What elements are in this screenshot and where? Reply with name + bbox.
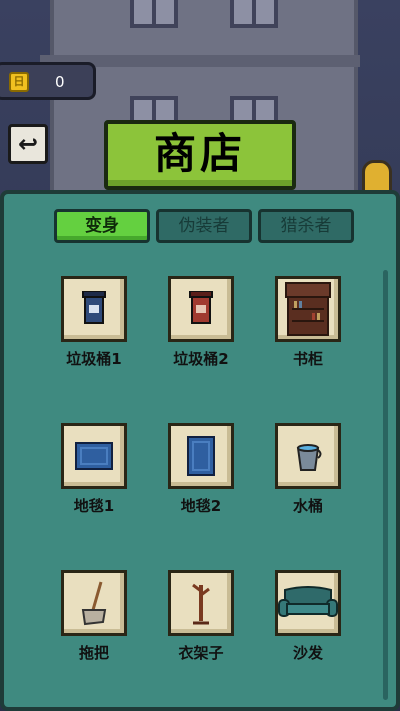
shop-item-sofa[interactable]: 沙发 <box>273 570 343 663</box>
building-window <box>230 0 278 28</box>
item-tile <box>275 276 341 342</box>
shop-item-water-bucket[interactable]: 水桶 <box>273 423 343 516</box>
item-label: 地毯1 <box>73 497 115 515</box>
back-button[interactable]: ↩ <box>8 124 48 164</box>
tab-transform[interactable]: 变身 <box>54 209 150 243</box>
item-label: 地毯2 <box>180 497 222 515</box>
mop-icon <box>81 581 107 626</box>
shop-item-trash-bin-1[interactable]: 垃圾桶1 <box>59 276 129 369</box>
sofa-icon <box>278 586 338 617</box>
item-tile <box>168 423 234 489</box>
tab-hunter[interactable]: 猎杀者 <box>258 209 354 243</box>
item-tile <box>168 276 234 342</box>
scrollbar[interactable] <box>383 270 388 700</box>
item-label: 水桶 <box>292 497 323 515</box>
trash-bin-blue-icon <box>82 291 106 324</box>
item-label: 衣架子 <box>178 644 224 662</box>
shop-item-bookcase[interactable]: 书柜 <box>273 276 343 369</box>
item-label: 书柜 <box>292 350 323 368</box>
water-bucket-icon <box>296 444 322 471</box>
category-tabs: 变身 伪装者 猎杀者 <box>54 209 354 243</box>
item-label: 沙发 <box>292 644 323 662</box>
page-title: 商店 <box>104 120 296 190</box>
coin-count: 0 <box>55 73 65 91</box>
item-tile <box>275 423 341 489</box>
trash-bin-red-icon <box>189 291 213 324</box>
rug-tall-icon <box>187 436 215 476</box>
coin-icon: 日 <box>9 72 29 92</box>
shop-item-trash-bin-2[interactable]: 垃圾桶2 <box>166 276 236 369</box>
coin-counter: 日 0 <box>0 62 96 100</box>
undo-arrow-icon: ↩ <box>17 130 39 158</box>
shop-item-rug-1[interactable]: 地毯1 <box>59 423 129 516</box>
item-tile <box>61 570 127 636</box>
shop-item-mop[interactable]: 拖把 <box>59 570 129 663</box>
shop-item-coat-rack[interactable]: 衣架子 <box>166 570 236 663</box>
coat-rack-icon <box>192 583 210 625</box>
shop-item-rug-2[interactable]: 地毯2 <box>166 423 236 516</box>
building-window <box>130 0 178 28</box>
item-tile <box>275 570 341 636</box>
item-label: 垃圾桶2 <box>173 350 229 368</box>
item-label: 拖把 <box>78 644 109 662</box>
rug-wide-icon <box>75 442 113 470</box>
item-label: 垃圾桶1 <box>66 350 122 368</box>
shop-panel: 变身 伪装者 猎杀者 垃圾桶1 垃圾桶2 书柜 地毯1 地毯2 水桶 拖把 衣架… <box>0 190 400 711</box>
tab-disguiser[interactable]: 伪装者 <box>156 209 252 243</box>
bookcase-icon <box>285 282 331 336</box>
item-tile <box>61 423 127 489</box>
item-tile <box>61 276 127 342</box>
item-tile <box>168 570 234 636</box>
